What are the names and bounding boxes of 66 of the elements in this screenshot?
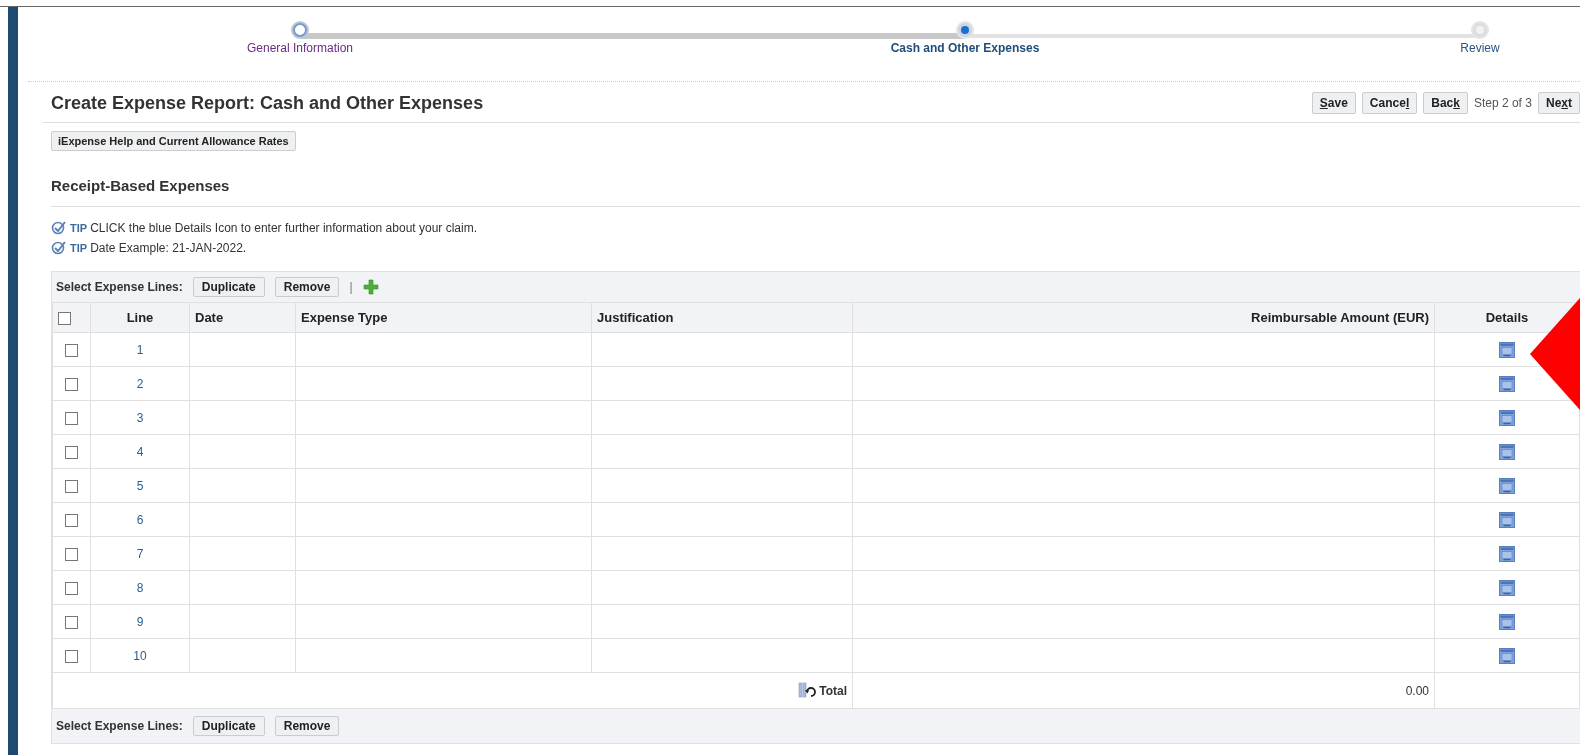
column-header: Date	[189, 302, 296, 333]
column-header: Justification	[591, 302, 853, 333]
add-icon[interactable]	[362, 279, 379, 295]
line-link[interactable]: 9	[136, 614, 144, 629]
step-label[interactable]: General Information	[246, 41, 354, 55]
separator: |	[349, 280, 353, 294]
toolbar-button[interactable]: Next	[1537, 92, 1580, 114]
toolbar-button[interactable]: Remove	[274, 716, 340, 736]
details-icon[interactable]	[1499, 647, 1515, 664]
toolbar-button[interactable]: Remove	[274, 277, 340, 297]
tip-text: Date Example: 21-JAN-2022.	[90, 241, 247, 255]
details-icon[interactable]	[1499, 511, 1515, 528]
row-checkbox[interactable]	[65, 615, 78, 629]
step-marker[interactable]	[293, 23, 307, 37]
check-icon	[51, 241, 67, 255]
total-amount: 0.00	[1405, 683, 1429, 698]
tip-text: CLICK the blue Details Icon to enter further information about your claim.	[90, 221, 477, 235]
row-checkbox[interactable]	[65, 649, 78, 663]
tip-label: TIP	[70, 222, 88, 234]
help-button[interactable]: iExpense Help and Current Allowance Rates	[51, 131, 296, 151]
line-link[interactable]: 1	[136, 342, 144, 357]
row-checkbox[interactable]	[65, 513, 78, 527]
line-link[interactable]: 3	[136, 410, 144, 425]
step-indicator: Step 2 of 3	[1473, 96, 1532, 110]
toolbar-button[interactable]: Duplicate	[192, 716, 265, 736]
row-checkbox[interactable]	[65, 343, 78, 357]
details-icon[interactable]	[1499, 375, 1515, 392]
tip-label: TIP	[70, 242, 88, 254]
row-checkbox[interactable]	[65, 581, 78, 595]
total-label: Total	[819, 683, 847, 698]
column-header: Reimbursable Amount (EUR)	[852, 302, 1435, 333]
row-checkbox[interactable]	[65, 547, 78, 561]
details-icon[interactable]	[1499, 341, 1515, 358]
recalculate-icon[interactable]	[798, 681, 817, 700]
column-header: Line	[90, 302, 190, 333]
details-icon[interactable]	[1499, 545, 1515, 562]
details-icon[interactable]	[1499, 477, 1515, 494]
step-label[interactable]: Review	[1460, 41, 1500, 55]
section-title: Receipt-Based Expenses	[51, 177, 1580, 207]
toolbar-button[interactable]: Cancel	[1361, 92, 1418, 114]
toolbar-button[interactable]: Duplicate	[192, 277, 265, 297]
row-checkbox[interactable]	[65, 377, 78, 391]
details-icon[interactable]	[1499, 579, 1515, 596]
step-label[interactable]: Cash and Other Expenses	[890, 41, 1040, 55]
line-link[interactable]: 6	[136, 512, 144, 527]
page-title: Create Expense Report: Cash and Other Expenses	[51, 92, 484, 114]
line-link[interactable]: 2	[136, 376, 144, 391]
line-link[interactable]: 8	[136, 580, 144, 595]
line-link[interactable]: 5	[136, 478, 144, 493]
check-icon	[51, 221, 67, 235]
select-all-checkbox[interactable]	[58, 312, 71, 326]
row-checkbox[interactable]	[65, 445, 78, 459]
line-link[interactable]: 4	[136, 444, 144, 459]
row-checkbox[interactable]	[65, 411, 78, 425]
details-icon[interactable]	[1499, 443, 1515, 460]
row-checkbox[interactable]	[65, 479, 78, 493]
toolbar-label: Select Expense Lines:	[56, 280, 183, 294]
line-link[interactable]: 10	[133, 648, 147, 663]
toolbar-button[interactable]: Back	[1423, 92, 1468, 114]
details-icon[interactable]	[1499, 613, 1515, 630]
line-link[interactable]: 7	[136, 546, 144, 561]
toolbar-label: Select Expense Lines:	[56, 719, 183, 733]
column-header: Expense Type	[295, 302, 592, 333]
toolbar-button[interactable]: Save	[1311, 92, 1356, 114]
step-marker[interactable]	[958, 23, 972, 37]
details-icon[interactable]	[1499, 409, 1515, 426]
